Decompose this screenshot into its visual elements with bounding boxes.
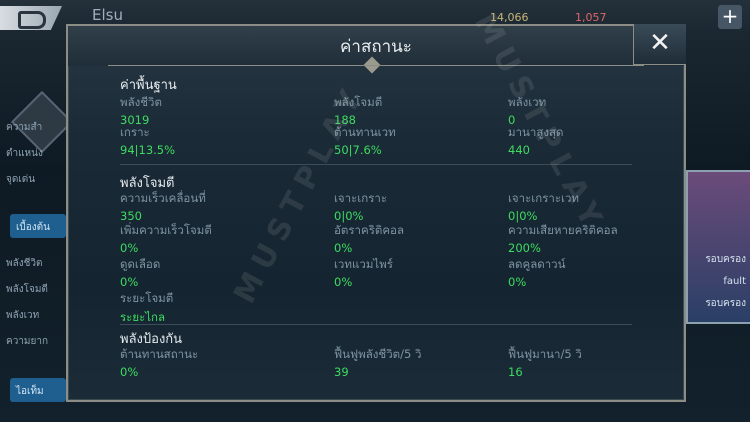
stat-armor: เกราะ 94|13.5% [120, 124, 175, 157]
stat-attack-speed: เพิ่มความเร็วโจมตี 0% [120, 222, 212, 255]
stat-value: 0% [120, 241, 139, 255]
stat-tenacity: ต้านทานสถานะ 0% [120, 346, 198, 379]
add-button[interactable]: + [718, 5, 742, 29]
stat-label: เกราะ [120, 125, 150, 139]
stat-label: เจาะเกราะ [334, 191, 388, 205]
stat-hp: พลังชีวิต 3019 [120, 94, 162, 127]
stat-value: 0% [120, 365, 139, 379]
skin-label: รอบครอง [705, 254, 746, 265]
tab-basic[interactable]: เบื้องต้น [10, 214, 66, 238]
skin-label: fault [723, 276, 746, 287]
stat-cooldown: ลดคูลดาวน์ 0% [508, 256, 566, 289]
stat-move-speed: ความเร็วเคลื่อนที่ 350 [120, 190, 206, 223]
stat-armor-pierce: เจาะเกราะ 0|0% [334, 190, 387, 223]
left-row: พลังเวท [6, 310, 40, 321]
stat-label: ระยะโจมตี [120, 291, 174, 305]
stat-label: ฟื้นฟูพลังชีวิต/5 วิ [334, 347, 422, 361]
stat-label: ต้านทานสถานะ [120, 347, 199, 361]
stat-crit-rate: อัตราคริติคอล 0% [334, 222, 404, 255]
left-panel: ความสำ ตำแหน่ง จุดเด่น เบื้องต้น พลังชีว… [0, 42, 74, 422]
stat-value: 0% [334, 241, 353, 255]
stat-attack-range: ระยะโจมตี ระยะไกล [120, 290, 173, 327]
section-divider [120, 324, 632, 325]
gem-count: 1,057 [575, 11, 607, 24]
stat-value: 350 [120, 209, 142, 223]
stats-modal: ค่าสถานะ ✕ ค่าพื้นฐาน พลังชีวิต 3019 พลัง… [66, 8, 686, 402]
stat-value: 0|0% [334, 209, 364, 223]
left-row: พลังชีวิต [6, 258, 43, 269]
stat-label: อัตราคริติคอล [334, 223, 404, 237]
stat-value: 0% [334, 275, 353, 289]
stat-mana-regen: ฟื้นฟูมานา/5 วิ 16 [508, 346, 582, 379]
tab-items[interactable]: ไอเท็ม [10, 378, 66, 402]
stat-hp-regen: ฟื้นฟูพลังชีวิต/5 วิ 39 [334, 346, 421, 379]
left-item: ตำแหน่ง [6, 148, 43, 159]
stat-value: 16 [508, 365, 523, 379]
stat-spell-vamp: เวทแวมไพร์ 0% [334, 256, 393, 289]
left-row: ความยาก [6, 336, 49, 347]
section-title-basic: ค่าพื้นฐาน [120, 78, 177, 93]
hero-name: Elsu [92, 6, 123, 24]
stat-label: เพิ่มความเร็วโจมตี [120, 223, 212, 237]
stat-value: 0% [508, 275, 527, 289]
modal-header: ค่าสถานะ [68, 26, 684, 74]
stat-value: 200% [508, 241, 541, 255]
stat-label: เวทแวมไพร์ [334, 257, 393, 271]
left-item: จุดเด่น [6, 174, 36, 185]
stat-value: 94|13.5% [120, 143, 176, 157]
stat-label: ฟื้นฟูมานา/5 วิ [508, 347, 582, 361]
stat-value: 0% [120, 275, 139, 289]
stat-label: พลังชีวิต [120, 95, 162, 109]
left-item: ความสำ [6, 122, 43, 133]
close-button[interactable]: ✕ [633, 24, 686, 65]
modal-title: ค่าสถานะ [340, 37, 412, 57]
stat-label: ลดคูลดาวน์ [508, 257, 566, 271]
back-button[interactable] [0, 6, 62, 30]
stat-label: ความเร็วเคลื่อนที่ [120, 191, 206, 205]
stat-lifesteal: ดูดเลือด 0% [120, 256, 160, 289]
stat-value: 39 [334, 365, 349, 379]
skin-label: รอบครอง [705, 298, 746, 309]
stat-label: ดูดเลือด [120, 257, 161, 271]
left-row: พลังโจมตี [6, 284, 48, 295]
